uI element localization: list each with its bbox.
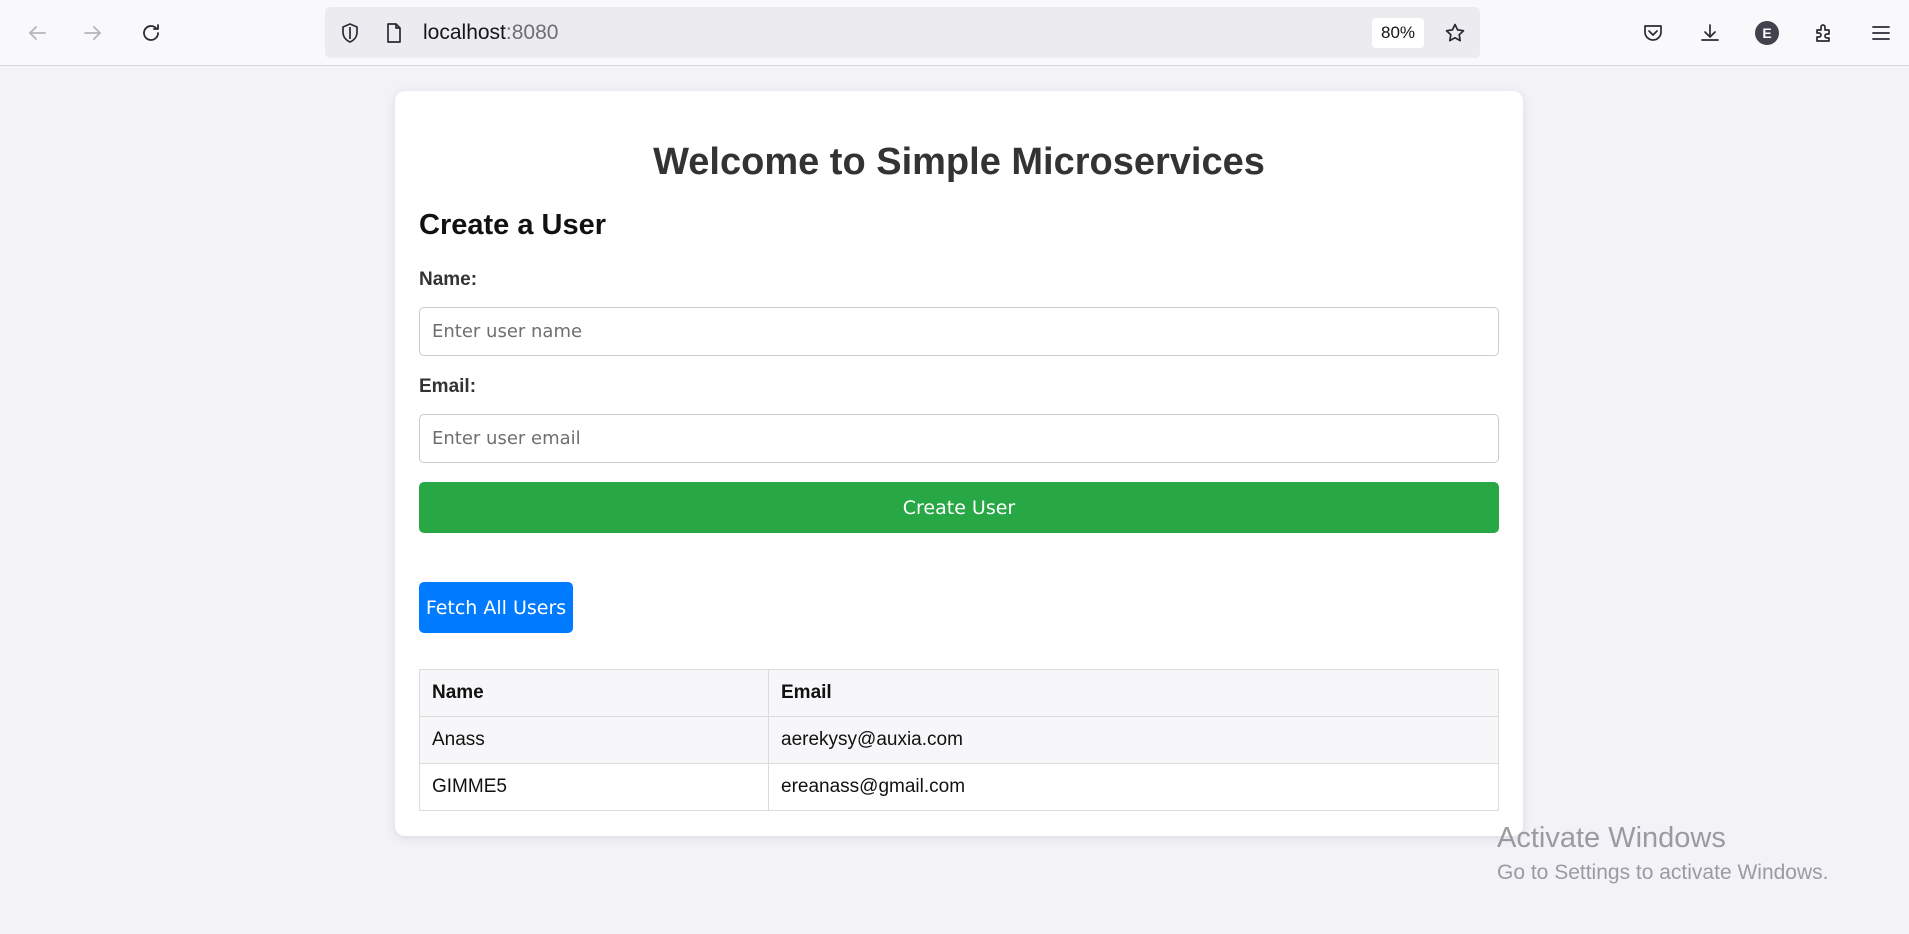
site-info-button[interactable] (381, 20, 407, 46)
url-port: :8080 (505, 21, 559, 44)
extensions-icon (1816, 24, 1830, 42)
back-arrow-icon (29, 26, 46, 40)
watermark-subtitle: Go to Settings to activate Windows. (1497, 861, 1829, 884)
downloads-button[interactable] (1691, 14, 1729, 52)
bookmark-button[interactable] (1442, 20, 1468, 46)
table-row: GIMME5 ereanass@gmail.com (419, 763, 1499, 811)
table-row: Anass aerekysy@auxia.com (419, 716, 1499, 764)
name-label: Name: (419, 269, 478, 290)
download-icon (1701, 24, 1719, 41)
main-card: Welcome to Simple Microservices Create a… (395, 91, 1523, 836)
account-button[interactable]: E (1748, 14, 1786, 52)
cell-email: aerekysy@auxia.com (768, 716, 1499, 764)
url-bar[interactable]: localhost:8080 80% (325, 7, 1480, 58)
forward-button[interactable] (74, 14, 112, 52)
menu-icon (1872, 26, 1890, 40)
back-button[interactable] (18, 14, 56, 52)
create-user-button[interactable]: Create User (419, 482, 1499, 533)
watermark-title: Activate Windows (1497, 822, 1726, 854)
create-user-heading: Create a User (419, 209, 606, 241)
fetch-all-users-button[interactable]: Fetch All Users (419, 582, 573, 633)
email-input[interactable] (419, 414, 1499, 463)
column-header-email: Email (768, 669, 1499, 717)
cell-name: GIMME5 (419, 763, 769, 811)
reload-button[interactable] (132, 14, 170, 52)
pocket-button[interactable] (1634, 14, 1672, 52)
account-icon: E (1755, 21, 1779, 45)
tracking-protection-button[interactable] (337, 20, 363, 46)
page-title: Welcome to Simple Microservices (653, 141, 1265, 183)
forward-arrow-icon (84, 26, 101, 40)
activate-windows-watermark: Activate Windows Go to Settings to activ… (1497, 822, 1829, 885)
url-host: localhost (423, 21, 506, 44)
zoom-level-badge[interactable]: 80% (1372, 18, 1424, 48)
star-icon (1445, 23, 1465, 42)
reload-icon (143, 24, 159, 41)
shield-icon (342, 23, 358, 43)
email-label: Email: (419, 376, 477, 397)
page-icon (387, 23, 401, 43)
menu-button[interactable] (1862, 14, 1900, 52)
url-text[interactable]: localhost:8080 (423, 20, 558, 46)
pocket-icon (1644, 25, 1662, 41)
cell-email: ereanass@gmail.com (768, 763, 1499, 811)
column-header-name: Name (419, 669, 769, 717)
table-header-row: Name Email (419, 669, 1499, 717)
users-table: Name Email Anass aerekysy@auxia.com GIMM… (419, 669, 1499, 811)
cell-name: Anass (419, 716, 769, 764)
browser-toolbar: localhost:8080 80% E (0, 0, 1909, 66)
name-input[interactable] (419, 307, 1499, 356)
extensions-button[interactable] (1805, 14, 1843, 52)
